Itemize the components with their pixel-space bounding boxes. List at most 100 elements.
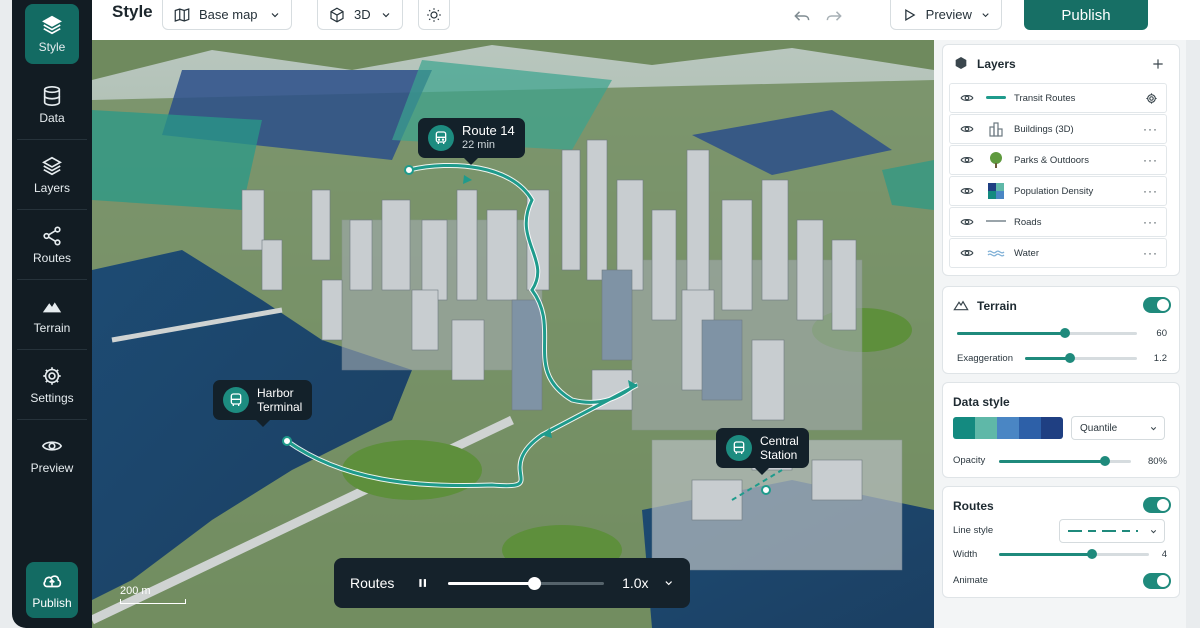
layer-row-buildings[interactable]: Buildings (3D) ··· [949, 114, 1167, 144]
add-layer-icon[interactable] [1151, 57, 1165, 71]
rail-item-style[interactable]: Style [25, 4, 79, 64]
wave-icon [986, 248, 1006, 258]
classification-select[interactable]: Quantile [1071, 416, 1165, 440]
rail-label: Preview [30, 461, 74, 475]
rail-label: Style [38, 40, 66, 54]
route-14-duration: 22 min [462, 139, 496, 151]
harbor-terminal-callout[interactable]: Harbor Terminal [213, 380, 313, 427]
harbor-line2: Terminal [257, 400, 303, 414]
routes-toggle[interactable] [1143, 497, 1171, 513]
layer-name: Roads [1014, 216, 1042, 228]
rail-label: Terrain [33, 320, 71, 335]
route-stop[interactable] [761, 485, 771, 495]
more-options-icon[interactable]: ··· [1143, 215, 1158, 229]
pause-icon[interactable] [416, 576, 429, 590]
width-slider[interactable] [999, 549, 1149, 559]
preview-label: Preview [925, 7, 972, 22]
route-stop[interactable] [404, 165, 414, 175]
redo-icon[interactable] [824, 6, 844, 26]
lighting-button[interactable] [418, 0, 450, 30]
layer-row-population[interactable]: Population Density ··· [949, 176, 1167, 206]
rail-item-terrain[interactable]: Terrain [17, 280, 87, 350]
cloud-upload-icon [43, 575, 62, 588]
terrain-slider-fill [957, 332, 1065, 335]
view-mode-dropdown[interactable]: 3D [317, 0, 403, 30]
scale-bar: 200 m [120, 585, 186, 604]
layers-title: Layers [977, 57, 1016, 71]
dashed-line-icon [1068, 530, 1138, 532]
more-options-icon[interactable]: ··· [1143, 184, 1158, 198]
exaggeration-slider[interactable] [1025, 353, 1137, 363]
layer-row-transit-routes[interactable]: Transit Routes [949, 83, 1167, 113]
routes-card: Routes Line style Width 4 Animate [942, 486, 1180, 598]
layer-name: Buildings (3D) [1014, 123, 1074, 135]
animate-toggle[interactable] [1143, 573, 1171, 589]
eye-icon[interactable] [960, 91, 974, 105]
undo-icon[interactable] [792, 6, 812, 26]
rail-item-preview[interactable]: Preview [17, 420, 87, 490]
chevron-down-icon[interactable] [663, 577, 674, 589]
chevron-down-icon [271, 12, 279, 17]
width-knob[interactable] [1087, 549, 1097, 559]
rail-item-settings[interactable]: Settings [17, 350, 87, 420]
exaggeration-knob[interactable] [1064, 353, 1075, 363]
eye-icon[interactable] [960, 246, 974, 260]
layer-row-water[interactable]: Water ··· [949, 238, 1167, 268]
scale-label: 200 m [120, 585, 151, 597]
route-14-title: Route 14 [462, 123, 515, 138]
gear-icon[interactable] [1145, 92, 1158, 105]
terrain-value: 60 [1156, 328, 1167, 339]
eye-icon[interactable] [960, 184, 974, 198]
layer-name: Transit Routes [1014, 92, 1076, 104]
more-options-icon[interactable]: ··· [1143, 153, 1158, 167]
more-options-icon[interactable]: ··· [1143, 246, 1158, 260]
color-ramp[interactable] [953, 417, 1063, 439]
eye-icon [41, 441, 63, 451]
rail-label: Layers [33, 180, 71, 195]
line-style-label: Line style [953, 525, 994, 536]
rail-publish-button[interactable]: Publish [26, 562, 78, 618]
opacity-knob[interactable] [1099, 456, 1110, 466]
layer-row-parks[interactable]: Parks & Outdoors ··· [949, 145, 1167, 175]
top-bar: Style Base map 3D Preview Publish [92, 0, 1200, 40]
eye-icon[interactable] [960, 153, 974, 167]
eye-icon[interactable] [960, 215, 974, 229]
opacity-slider[interactable] [999, 456, 1131, 466]
style-panel: Layers Transit Routes Buildings (3D) ···… [934, 40, 1186, 628]
rail-item-data[interactable]: Data [17, 70, 87, 140]
terrain-card: Terrain 60 Exaggeration 1.2 [942, 286, 1180, 374]
classification-value: Quantile [1080, 422, 1118, 434]
playback-speed[interactable]: 1.0x [622, 575, 648, 591]
central-station-callout[interactable]: Central Station [716, 428, 809, 475]
publish-button[interactable]: Publish [1024, 0, 1148, 30]
eye-icon[interactable] [960, 122, 974, 136]
rail-item-layers[interactable]: Layers [17, 140, 87, 210]
preview-dropdown[interactable]: Preview [890, 0, 1002, 30]
opacity-fill [999, 460, 1105, 463]
basemap-dropdown[interactable]: Base map [162, 0, 292, 30]
more-options-icon[interactable]: ··· [1143, 122, 1158, 136]
chevron-down-icon [1150, 530, 1157, 534]
rail-item-routes[interactable]: Routes [17, 210, 87, 280]
scale-bar-graphic [120, 599, 186, 604]
chevron-down-icon [1150, 427, 1157, 431]
playback-label: Routes [350, 575, 395, 591]
playback-knob[interactable] [527, 576, 541, 590]
tree-icon [986, 151, 1006, 169]
layer-row-roads[interactable]: Roads ··· [949, 207, 1167, 237]
route-stop[interactable] [282, 436, 292, 446]
cube-icon [330, 7, 344, 22]
layer-name: Parks & Outdoors [1014, 154, 1089, 166]
line-style-select[interactable] [1059, 519, 1165, 543]
terrain-slider[interactable] [957, 328, 1137, 338]
terrain-toggle[interactable] [1143, 297, 1171, 313]
playback-slider[interactable] [447, 576, 605, 590]
map-canvas[interactable]: Route 14 22 min Harbor Terminal Central … [92, 40, 934, 628]
color-ramp-swatch [1019, 417, 1041, 439]
chevron-down-icon [982, 12, 989, 17]
chevron-down-icon [382, 12, 390, 17]
route-playback-bar: Routes 1.0x [334, 558, 690, 608]
route-14-callout[interactable]: Route 14 22 min [418, 118, 525, 165]
terrain-slider-knob[interactable] [1060, 328, 1070, 338]
exaggeration-fill [1025, 357, 1070, 360]
